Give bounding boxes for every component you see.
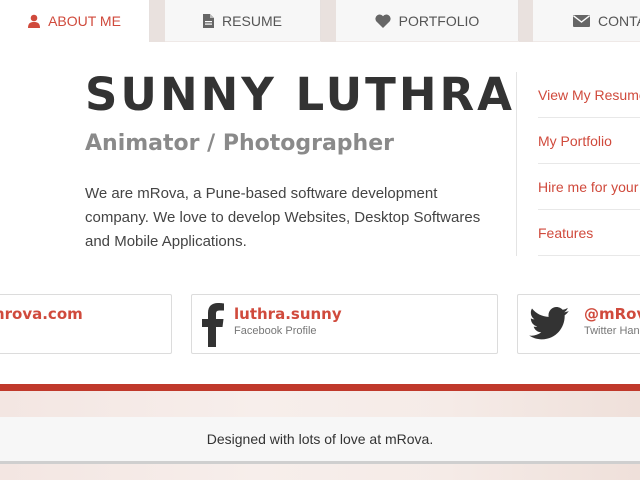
contact-card-website[interactable]: mrova.com ss bbox=[0, 294, 172, 354]
heart-icon bbox=[375, 14, 391, 28]
divider bbox=[516, 72, 517, 256]
profile-role: Animator / Photographer bbox=[85, 131, 394, 156]
facebook-icon bbox=[202, 303, 224, 352]
accent-bar bbox=[0, 384, 640, 391]
contact-subtitle: Twitter Handle bbox=[584, 325, 640, 337]
document-icon bbox=[203, 13, 215, 28]
contact-subtitle: Facebook Profile bbox=[234, 325, 317, 337]
contact-card-twitter[interactable]: @mRova Twitter Handle bbox=[517, 294, 640, 354]
twitter-icon bbox=[529, 307, 569, 345]
tab-about-me[interactable]: About Me bbox=[0, 0, 150, 42]
contact-title: @mRova bbox=[584, 305, 640, 323]
tab-resume[interactable]: Resume bbox=[165, 0, 321, 41]
tab-label: About Me bbox=[48, 13, 121, 29]
profile-bio: We are mRova, a Pune-based software deve… bbox=[85, 185, 481, 250]
contact-title: mrova.com bbox=[0, 305, 83, 323]
tab-label: Resume bbox=[222, 12, 282, 29]
side-links: View My Resume My Portfolio Hire me for … bbox=[538, 72, 640, 256]
link-features[interactable]: Features bbox=[538, 210, 640, 256]
tab-gap bbox=[150, 0, 165, 42]
footer: Designed with lots of love at mRova. bbox=[0, 417, 640, 464]
user-icon bbox=[28, 14, 41, 28]
envelope-icon bbox=[573, 14, 590, 27]
contact-title: luthra.sunny bbox=[234, 305, 342, 323]
footer-text: Designed with lots of love at mRova. bbox=[206, 431, 434, 447]
tab-gap bbox=[519, 0, 533, 42]
tab-label: Contact bbox=[598, 12, 640, 29]
contact-card-facebook[interactable]: luthra.sunny Facebook Profile bbox=[191, 294, 498, 354]
profile-name: SUNNY LUTHRA bbox=[85, 68, 515, 121]
link-hire-me[interactable]: Hire me for your bbox=[538, 164, 640, 210]
tab-contact[interactable]: Contact bbox=[533, 0, 640, 41]
tab-label: Portfolio bbox=[398, 12, 480, 29]
top-nav: About Me Resume Portfolio Contact bbox=[0, 0, 640, 42]
link-view-resume[interactable]: View My Resume bbox=[538, 72, 640, 118]
link-portfolio[interactable]: My Portfolio bbox=[538, 118, 640, 164]
tab-gap bbox=[321, 0, 336, 42]
tab-portfolio[interactable]: Portfolio bbox=[336, 0, 519, 41]
